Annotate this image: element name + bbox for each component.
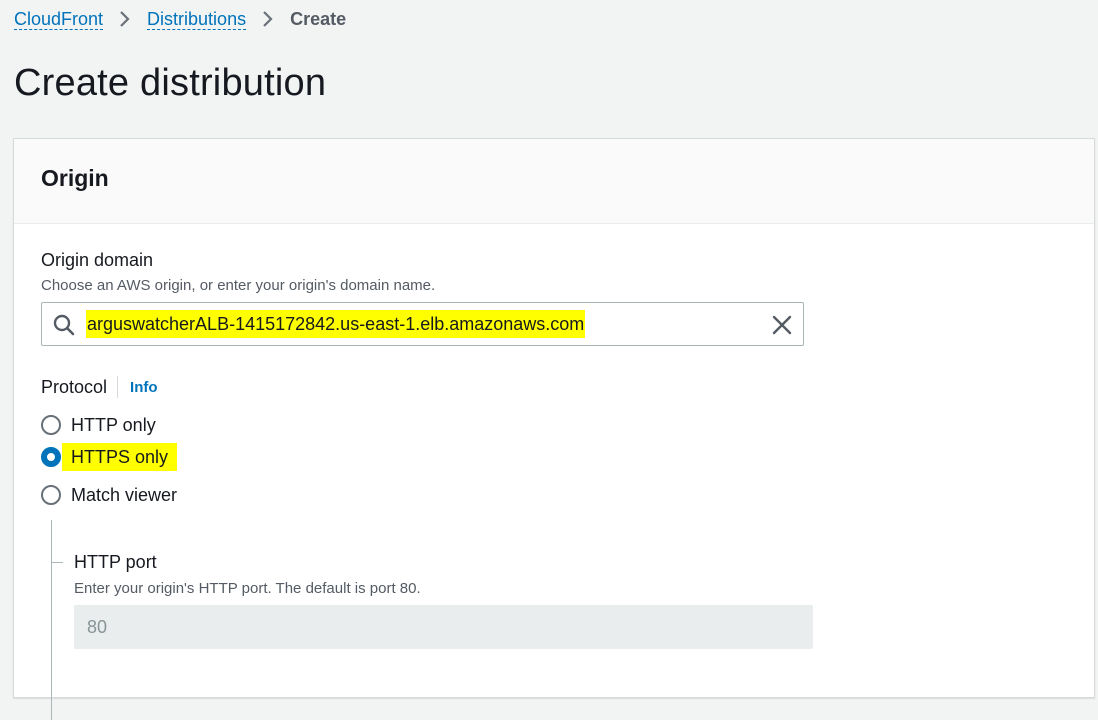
protocol-label-row: Protocol Info — [41, 376, 158, 398]
origin-section-title: Origin — [41, 165, 109, 191]
radio-button-selected[interactable] — [41, 447, 61, 467]
http-port-input[interactable]: 80 — [74, 605, 813, 649]
origin-container-header: Origin — [14, 139, 1094, 224]
breadcrumb-distributions-link[interactable]: Distributions — [147, 9, 247, 30]
nested-indent-tick — [51, 562, 63, 563]
origin-domain-label: Origin domain — [41, 250, 154, 270]
chevron-right-icon — [246, 10, 290, 28]
radio-https-only[interactable]: HTTPS only — [41, 443, 178, 471]
radio-http-only[interactable]: HTTP only — [41, 411, 156, 439]
origin-domain-description: Choose an AWS origin, or enter your orig… — [41, 277, 436, 294]
radio-button[interactable] — [41, 485, 61, 505]
divider — [117, 376, 119, 398]
breadcrumb-current: Create — [290, 8, 347, 29]
chevron-right-icon — [103, 10, 147, 28]
http-port-description: Enter your origin's HTTP port. The defau… — [74, 580, 421, 597]
nested-indent-line — [51, 520, 52, 720]
radio-label: Match viewer — [71, 485, 178, 505]
close-icon[interactable] — [771, 314, 793, 336]
page-title: Create distribution — [14, 62, 327, 104]
origin-container: Origin Origin domain Choose an AWS origi… — [13, 138, 1095, 720]
radio-label: HTTP only — [71, 415, 156, 435]
breadcrumb-cloudfront-link[interactable]: CloudFront — [14, 9, 104, 30]
origin-domain-input[interactable]: arguswatcherALB-1415172842.us-east-1.elb… — [41, 302, 804, 346]
search-icon — [52, 313, 76, 337]
radio-match-viewer[interactable]: Match viewer — [41, 481, 177, 509]
radio-button[interactable] — [41, 415, 61, 435]
protocol-label: Protocol — [41, 376, 108, 397]
radio-label: HTTPS only — [62, 443, 178, 471]
http-port-label: HTTP port — [74, 552, 157, 572]
protocol-info-link[interactable]: Info — [130, 379, 158, 396]
origin-domain-value: arguswatcherALB-1415172842.us-east-1.elb… — [86, 310, 586, 338]
breadcrumb: CloudFront Distributions Create — [14, 7, 346, 31]
